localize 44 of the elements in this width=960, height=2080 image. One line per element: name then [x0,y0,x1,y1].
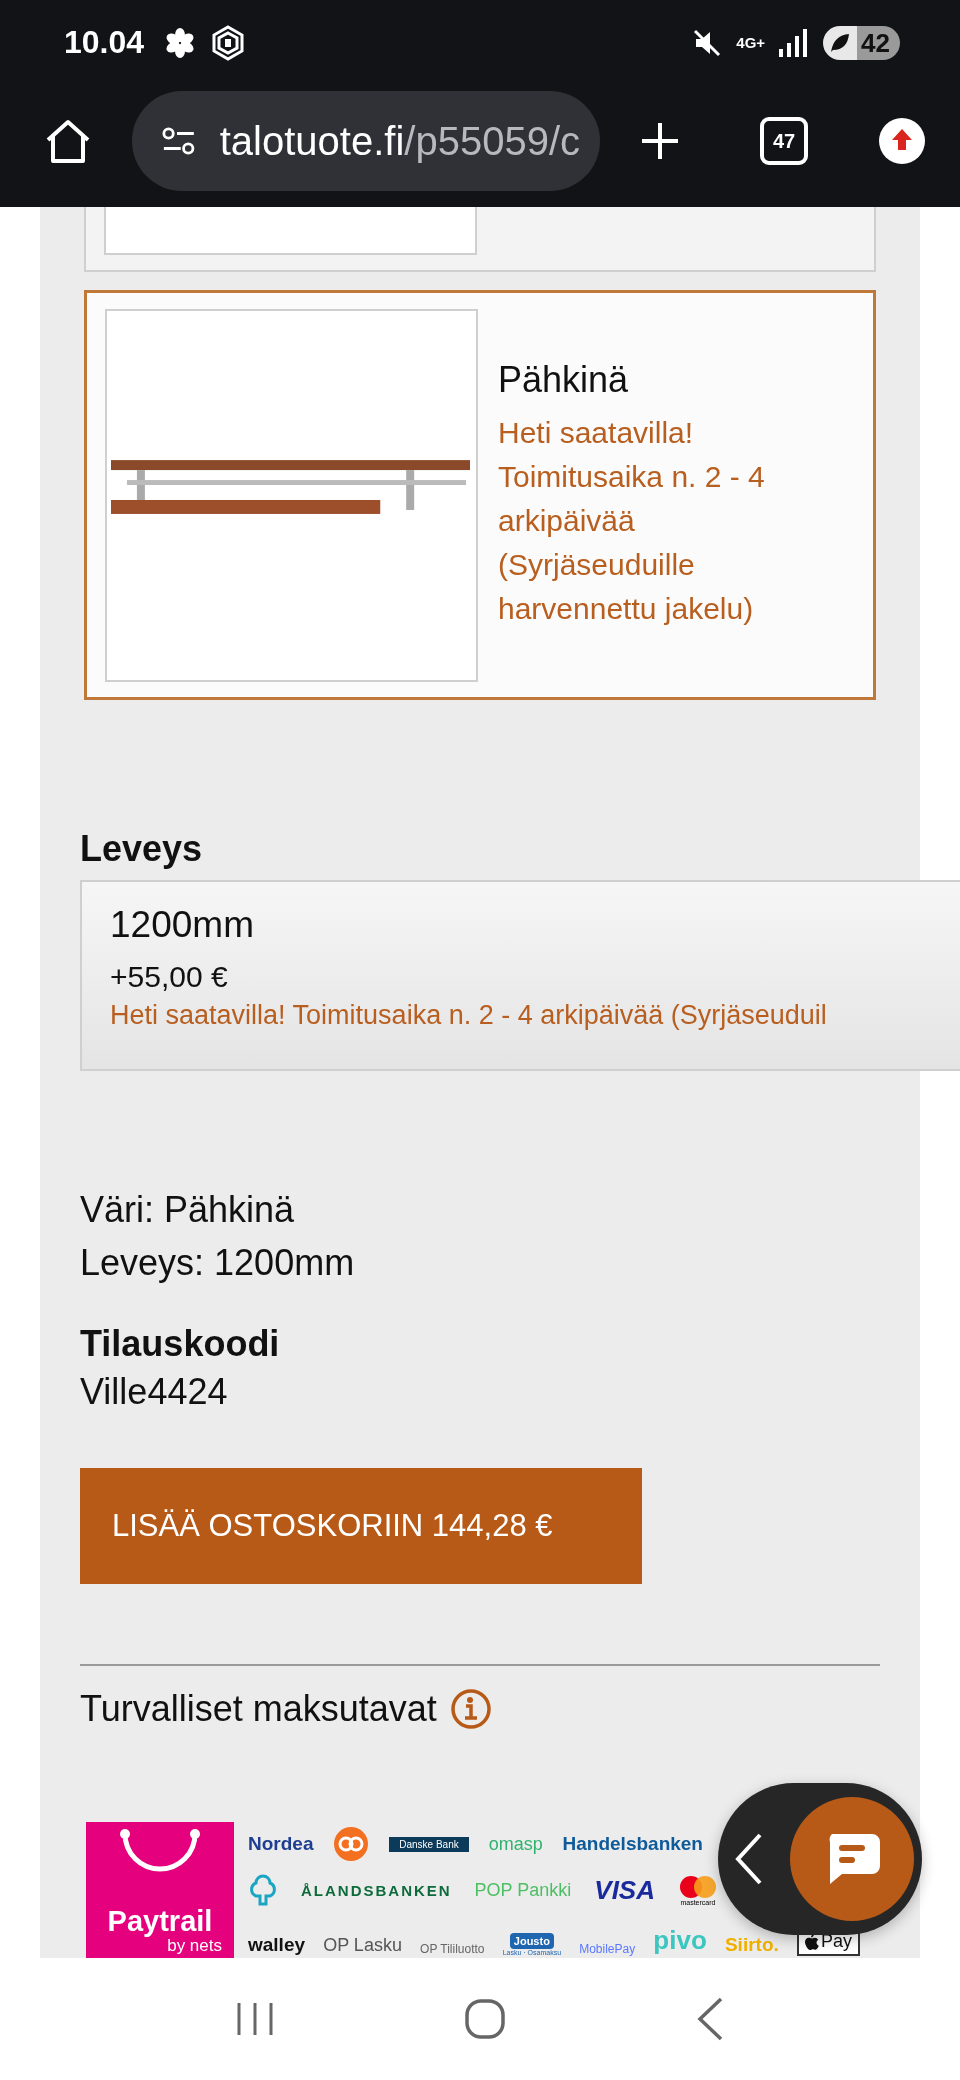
option-value: 1200mm [110,904,255,946]
site-settings-icon [162,126,196,156]
payment-logo: POP Pankki [474,1879,572,1901]
width-option[interactable]: 1200mm +55,00 € Heti saatavilla! Toimitusaika n. 2 - 4 arkipäivää (Syrjäseuduil [80,880,960,1071]
availability-text: Heti saatavilla! Toimitusaika n. 2 - 4 arkipäivää (Syrjäseuduil [110,1000,828,1031]
summary-line: Väri: Pähkinä [80,1188,296,1232]
payment-logo: pivo [653,1925,707,1956]
payment-logo: Nordea [248,1833,314,1855]
payment-logo: walley [248,1934,306,1956]
signal-icon [779,28,810,57]
hexagon-icon [210,24,247,61]
add-to-cart-button[interactable]: LISÄÄ OSTOSKORIIN 144,28 € [80,1468,642,1584]
apple-icon [804,1933,819,1950]
bank-logo: Danske Bank [389,1836,469,1852]
payment-logo: OP Lasku [323,1935,402,1956]
option-price: +55,00 € [110,960,229,994]
mute-icon [692,27,723,58]
payment-logo: OP Tililuotto [420,1942,485,1956]
order-code-value: Ville4424 [80,1370,229,1414]
chevron-left-icon[interactable] [734,1832,764,1886]
payment-logo: omasp [488,1833,543,1855]
variant-name: Pähkinä [498,359,630,401]
leaf-icon [829,31,852,54]
summary-line: Leveys: 1200mm [80,1241,356,1285]
provider-name: Paytrail [107,1906,213,1936]
payment-logo: MobilePay [579,1942,636,1956]
provider-sub: by nets [167,1936,222,1956]
variant-card[interactable]: Pähkinä Heti saatavilla! Toimitusaika n. 2 - 4 arkipäivää (Syrjäseuduille harvennettu jakelu) [84,290,876,700]
tab-count-button[interactable]: 47 [760,117,808,165]
option-heading: Leveys [80,828,204,870]
payment-logo: Handelsbanken [562,1833,703,1855]
order-code-label: Tilauskoodi [80,1323,281,1365]
address-bar[interactable]: talotuote.fi/p55059/c [132,91,600,191]
payment-logo: ÅLANDSBANKEN [300,1881,452,1899]
url-text: talotuote.fi/p55059/c [219,118,580,164]
network-type: 4G+ [736,34,766,51]
status-time: 10.04 [64,24,145,61]
payment-logo: VISA [594,1874,655,1906]
info-icon[interactable] [450,1689,491,1729]
payment-methods-title: Turvalliset maksutavat [80,1688,437,1730]
availability-text: Heti saatavilla! Toimitusaika n. 2 - 4 arkipäivää (Syrjäseuduille harvennettu jakelu) [498,415,766,627]
battery-level: 42 [857,25,900,60]
payment-logo: Siirto. [724,1934,779,1956]
payment-logo: Jousto [509,1933,554,1949]
